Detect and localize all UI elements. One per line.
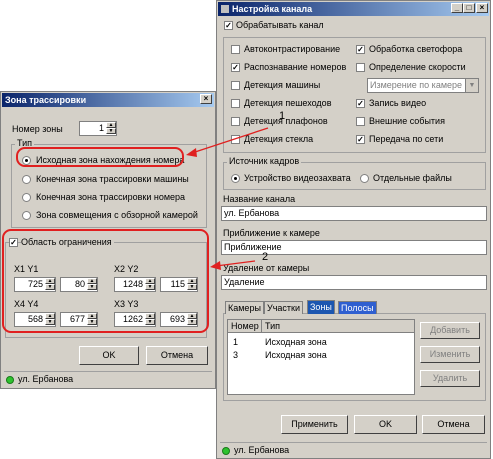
arrow-2-line bbox=[215, 260, 256, 267]
arrow-1-line bbox=[191, 127, 269, 154]
arrow-1-head bbox=[186, 148, 197, 157]
annotation-arrows bbox=[186, 127, 269, 270]
arrow-2-label: 2 bbox=[262, 251, 269, 263]
arrow-1-label: 1 bbox=[279, 110, 286, 122]
arrow-2-head bbox=[210, 261, 221, 270]
